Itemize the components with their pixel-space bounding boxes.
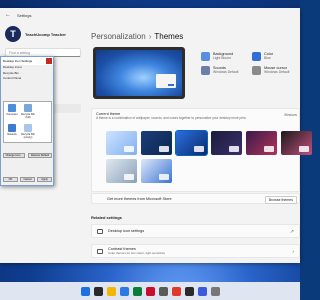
start-icon[interactable]	[80, 286, 90, 296]
preview-window	[156, 74, 176, 88]
sounds-icon	[201, 66, 210, 75]
theme-sunrise[interactable]	[246, 131, 277, 155]
theme-contrast[interactable]	[141, 159, 172, 183]
desktop-icon-settings-dialog: Desktop Icon Settings Desktop icons Recy…	[0, 56, 54, 186]
preview-wallpaper	[96, 50, 182, 96]
mouse-cursor-value: Windows Default	[264, 70, 290, 74]
profile[interactable]: T TeachUcomp Teacher	[5, 26, 66, 42]
thumb-window-preview	[124, 174, 134, 180]
taskbar-app-icon[interactable]	[210, 286, 220, 296]
cancel-button[interactable]: Cancel	[20, 177, 35, 182]
theme-glow[interactable]	[175, 130, 208, 156]
taskbar	[0, 282, 300, 300]
thumb-window-preview	[299, 146, 309, 152]
back-icon[interactable]: ←	[5, 12, 11, 18]
theme-gallery	[106, 130, 312, 183]
recycle-bin-empty-item[interactable]: Recycle Bin (empty)	[21, 124, 35, 139]
apply-button[interactable]: Apply	[37, 177, 52, 182]
recycle-bin-full-icon	[24, 104, 32, 112]
browse-themes-button[interactable]: Browse themes	[264, 196, 297, 204]
color-icon	[252, 52, 261, 61]
background-value: Light Bloom	[213, 56, 231, 60]
recycle-bin-full-item[interactable]: Recycle Bin (full)	[21, 104, 35, 119]
thumb-window-preview	[124, 146, 134, 152]
related-settings-heading: Related settings	[91, 215, 122, 220]
theme-light-bloom[interactable]	[106, 131, 137, 155]
page-title: Themes	[154, 32, 184, 41]
avatar: T	[5, 26, 21, 42]
breadcrumb-parent[interactable]: Personalization	[91, 32, 146, 41]
chevron-right-icon: ›	[292, 249, 294, 255]
thumb-window-preview	[229, 146, 239, 152]
mouse-cursor-icon	[252, 66, 261, 75]
taskbar-app-icon[interactable]	[171, 286, 181, 296]
contrast-themes-sub: Color themes for low vision, light sensi…	[108, 251, 166, 255]
recycle-bin-empty-icon	[24, 124, 32, 132]
sounds-value: Windows Default	[213, 70, 239, 74]
profile-name: TeachUcomp Teacher	[25, 31, 66, 37]
background-icon	[201, 52, 210, 61]
color-value: Blue	[264, 56, 271, 60]
title-bar: ← Settings	[0, 8, 300, 22]
theme-dark-bloom[interactable]	[141, 131, 172, 155]
theme-flow[interactable]	[281, 131, 312, 155]
sounds-setting[interactable]: Sounds Windows Default	[201, 66, 238, 75]
breadcrumb: Personalization › Themes	[91, 32, 183, 41]
desktop-icon	[97, 229, 103, 234]
window-title: Settings	[17, 12, 32, 18]
color-setting[interactable]: Color Blue	[252, 52, 273, 61]
close-icon[interactable]	[46, 58, 52, 64]
open-external-icon: ↗	[289, 229, 294, 235]
change-icon-button[interactable]: Change Icon...	[3, 153, 25, 158]
taskbar-app-icon[interactable]	[197, 286, 207, 296]
background-setting[interactable]: Background Light Bloom	[201, 52, 233, 61]
mouse-cursor-setting[interactable]: Mouse cursor Windows Default	[252, 66, 289, 75]
thumb-window-preview	[264, 146, 274, 152]
thumb-window-preview	[159, 174, 169, 180]
control-panel-checkbox-label[interactable]: Control Panel	[1, 76, 53, 82]
dialog-icon-list: Computer Recycle Bin (full) Network Recy…	[3, 101, 52, 143]
thumb-window-preview	[159, 146, 169, 152]
current-theme-name: Windows	[284, 113, 297, 117]
contrast-icon	[97, 249, 103, 254]
taskbar-app-icon[interactable]	[132, 286, 142, 296]
taskbar-app-icon[interactable]	[93, 286, 103, 296]
computer-icon	[8, 104, 16, 112]
taskbar-app-icon[interactable]	[106, 286, 116, 296]
computer-icon-item[interactable]: Computer	[5, 104, 19, 116]
taskbar-app-icon[interactable]	[158, 286, 168, 296]
recycle-bin-empty-label: Recycle Bin (empty)	[21, 133, 35, 139]
current-theme-description: A theme is a combination of wallpaper, s…	[96, 116, 246, 120]
network-icon	[8, 124, 16, 132]
network-icon-item[interactable]: Network	[5, 124, 19, 136]
desktop-icon-settings-label: Desktop icon settings	[108, 229, 145, 233]
taskbar-app-icon[interactable]	[145, 286, 155, 296]
contrast-themes-link[interactable]: Contrast themes Color themes for low vis…	[91, 244, 300, 258]
theme-captured-motion[interactable]	[211, 131, 242, 155]
theme-lake[interactable]	[106, 159, 137, 183]
store-row-label: Get more themes from Microsoft Store	[107, 197, 172, 201]
thumb-window-preview	[194, 146, 204, 152]
theme-preview	[93, 47, 185, 99]
ok-button[interactable]: OK	[3, 177, 18, 182]
store-row: Get more themes from Microsoft Store Bro…	[91, 193, 300, 204]
breadcrumb-separator: ›	[148, 32, 152, 41]
restore-default-button[interactable]: Restore Default	[28, 153, 52, 158]
taskbar-app-icon[interactable]	[119, 286, 129, 296]
computer-icon-label: Computer	[6, 113, 18, 116]
network-icon-label: Network	[7, 133, 17, 136]
desktop-icon-settings-link[interactable]: Desktop icon settings ↗	[91, 224, 300, 238]
recycle-bin-full-label: Recycle Bin (full)	[21, 113, 35, 119]
taskbar-app-icon[interactable]	[184, 286, 194, 296]
